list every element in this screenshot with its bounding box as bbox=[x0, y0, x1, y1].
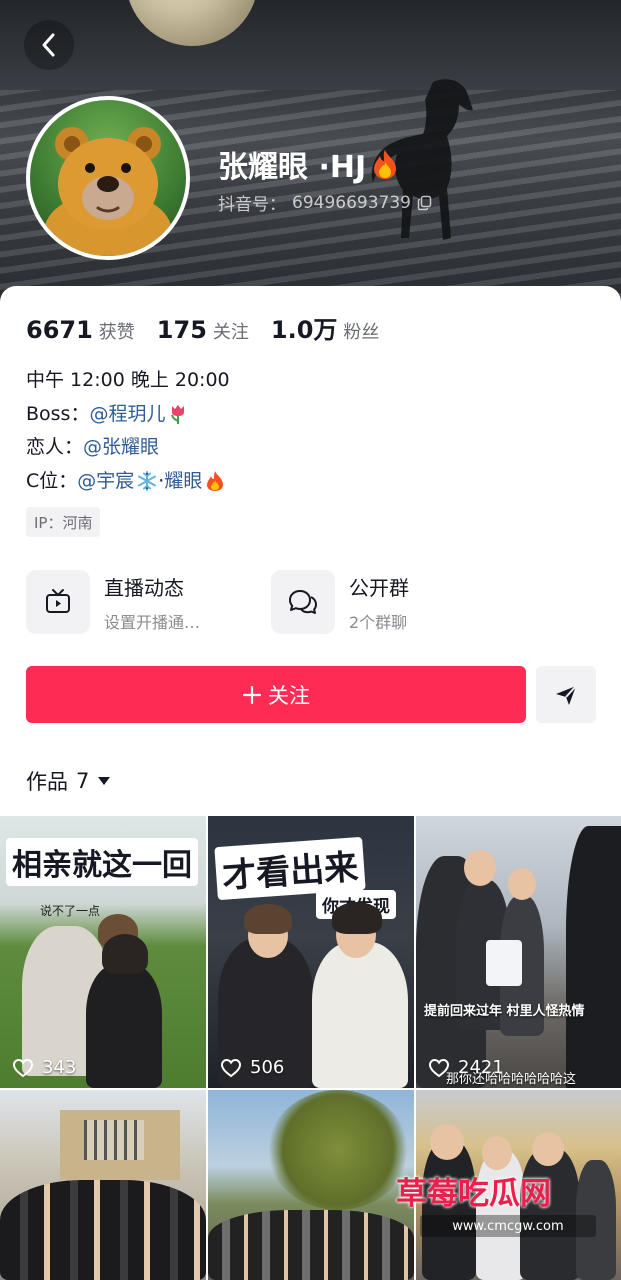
profile-stats: 6671 获赞 175 关注 1.0万 粉丝 bbox=[26, 310, 379, 345]
video-likes-count: 2421 bbox=[458, 1057, 504, 1078]
feature-title: 公开群 bbox=[349, 575, 409, 600]
fire-icon bbox=[374, 150, 397, 179]
person-figure bbox=[86, 964, 162, 1088]
douyin-id-value: 69496693739 bbox=[292, 192, 411, 213]
feature-text: 公开群 2个群聊 bbox=[349, 572, 409, 633]
feature-subtitle: 2个群聊 bbox=[349, 612, 408, 632]
bio-line: 中午 12:00 晚上 20:00 bbox=[26, 364, 230, 398]
plus-icon bbox=[242, 685, 262, 704]
profile-card: 6671 获赞 175 关注 1.0万 粉丝 中午 12:00 晚上 20:00… bbox=[0, 286, 621, 1280]
stat-label: 获赞 bbox=[98, 322, 135, 343]
person-head bbox=[482, 1136, 512, 1170]
avatar[interactable] bbox=[26, 96, 190, 260]
car-body-shape bbox=[566, 826, 621, 1088]
stat-followers[interactable]: 1.0万 粉丝 bbox=[271, 310, 380, 345]
nickname-text: 张耀眼 ·HJ bbox=[218, 150, 367, 185]
tree-image bbox=[268, 1090, 408, 1210]
stat-likes[interactable]: 6671 获赞 bbox=[26, 316, 135, 344]
person-figure bbox=[312, 942, 408, 1088]
stat-label: 关注 bbox=[212, 322, 249, 343]
person-head bbox=[532, 1132, 564, 1166]
video-thumbnail[interactable]: 提前回来过年 村里人怪热情 那你还哈哈哈哈哈哈这 2421 bbox=[416, 816, 621, 1088]
video-likes-count: 506 bbox=[250, 1057, 285, 1078]
mention-link[interactable]: 耀眼 bbox=[164, 465, 202, 499]
tab-works-count: 7 bbox=[76, 769, 90, 793]
video-thumbnail[interactable] bbox=[0, 1090, 206, 1280]
message-button[interactable] bbox=[536, 666, 596, 723]
person-head bbox=[508, 868, 536, 900]
snowflake-icon bbox=[138, 471, 157, 492]
video-thumbnail[interactable] bbox=[208, 1090, 414, 1280]
person-hair bbox=[244, 904, 292, 934]
mention-link[interactable]: @程玥儿 bbox=[89, 398, 165, 432]
tulip-icon bbox=[171, 405, 185, 425]
moon-image bbox=[126, 0, 258, 46]
douyin-id-label: 抖音号： bbox=[218, 195, 286, 215]
follow-button-label: 关注 bbox=[268, 683, 310, 708]
tv-icon bbox=[46, 589, 70, 613]
mention-link[interactable]: @张耀眼 bbox=[83, 431, 159, 465]
copy-icon[interactable] bbox=[417, 195, 433, 211]
window-bars bbox=[84, 1120, 144, 1160]
video-likes: 506 bbox=[220, 1057, 284, 1078]
feature-icon-box bbox=[271, 570, 335, 634]
bio-text: 恋人： bbox=[26, 436, 84, 458]
gift-bag-image bbox=[486, 940, 522, 986]
bio-text: C位： bbox=[26, 469, 78, 492]
watermark-url: www.cmcgw.com bbox=[420, 1215, 596, 1237]
feature-title: 直播动态 bbox=[104, 575, 184, 600]
feature-icon-box bbox=[26, 570, 90, 634]
follow-button[interactable]: 关注 bbox=[26, 666, 526, 723]
nickname: 张耀眼 ·HJ bbox=[218, 142, 400, 186]
video-caption: 相亲就这一回 bbox=[6, 838, 198, 886]
stat-value: 175 bbox=[156, 316, 207, 344]
bio: 中午 12:00 晚上 20:00 Boss： @程玥儿 恋人： @张耀眼 C位… bbox=[26, 364, 230, 498]
profile-banner: 张耀眼 ·HJ 抖音号： 69496693739 bbox=[0, 0, 621, 310]
person-head bbox=[430, 1124, 464, 1160]
stat-following[interactable]: 175 关注 bbox=[157, 316, 249, 344]
crowd-figures bbox=[0, 1180, 206, 1280]
feature-text: 直播动态 设置开播通… bbox=[104, 572, 200, 633]
tab-works-label: 作品 bbox=[26, 770, 68, 794]
fire-icon bbox=[207, 471, 224, 492]
feature-public-group[interactable]: 公开群 2个群聊 bbox=[271, 570, 409, 634]
caret-down-icon bbox=[98, 777, 111, 785]
feature-live-updates[interactable]: 直播动态 设置开播通… bbox=[26, 570, 200, 634]
person-head bbox=[464, 850, 496, 886]
chevron-left-icon bbox=[42, 33, 55, 57]
send-icon bbox=[556, 684, 577, 705]
stat-value: 1.0万 bbox=[270, 316, 338, 344]
video-likes-count: 343 bbox=[42, 1057, 77, 1078]
video-subcaption: 说不了一点 bbox=[40, 904, 101, 918]
feature-subtitle: 设置开播通… bbox=[104, 612, 201, 632]
bio-line: Boss： @程玥儿 bbox=[26, 398, 230, 432]
douyin-id: 抖音号： 69496693739 bbox=[218, 190, 433, 215]
back-button[interactable] bbox=[24, 20, 74, 70]
mention-link[interactable]: @宇宸 bbox=[77, 465, 134, 499]
video-thumbnail[interactable]: 才看出来 你才发现 506 bbox=[208, 816, 414, 1088]
tab-works[interactable]: 作品 7 bbox=[26, 766, 111, 796]
bio-text: 中午 12:00 晚上 20:00 bbox=[26, 369, 230, 391]
person-hair bbox=[102, 934, 148, 974]
heart-outline-icon bbox=[12, 1058, 34, 1077]
stat-value: 6671 bbox=[26, 316, 93, 344]
bio-line: 恋人： @张耀眼 bbox=[26, 431, 230, 465]
stat-label: 粉丝 bbox=[343, 322, 380, 343]
video-thumbnail[interactable]: 相亲就这一回 说不了一点 343 bbox=[0, 816, 206, 1088]
crowd-figures bbox=[208, 1210, 414, 1280]
video-likes: 343 bbox=[12, 1057, 76, 1078]
bio-text: Boss： bbox=[26, 402, 90, 425]
person-hair bbox=[332, 902, 382, 934]
heart-outline-icon bbox=[428, 1058, 450, 1077]
ip-location-tag: IP：河南 bbox=[26, 507, 101, 537]
video-caption: 提前回来过年 村里人怪热情 bbox=[424, 1004, 585, 1019]
video-likes: 2421 bbox=[428, 1057, 504, 1078]
heart-outline-icon bbox=[220, 1058, 242, 1077]
bear-avatar-image bbox=[44, 127, 172, 256]
group-chat-icon bbox=[289, 590, 317, 614]
bio-line: C位： @宇宸 · 耀眼 bbox=[26, 465, 230, 499]
watermark-text: 草莓吃瓜网 bbox=[396, 1176, 551, 1212]
